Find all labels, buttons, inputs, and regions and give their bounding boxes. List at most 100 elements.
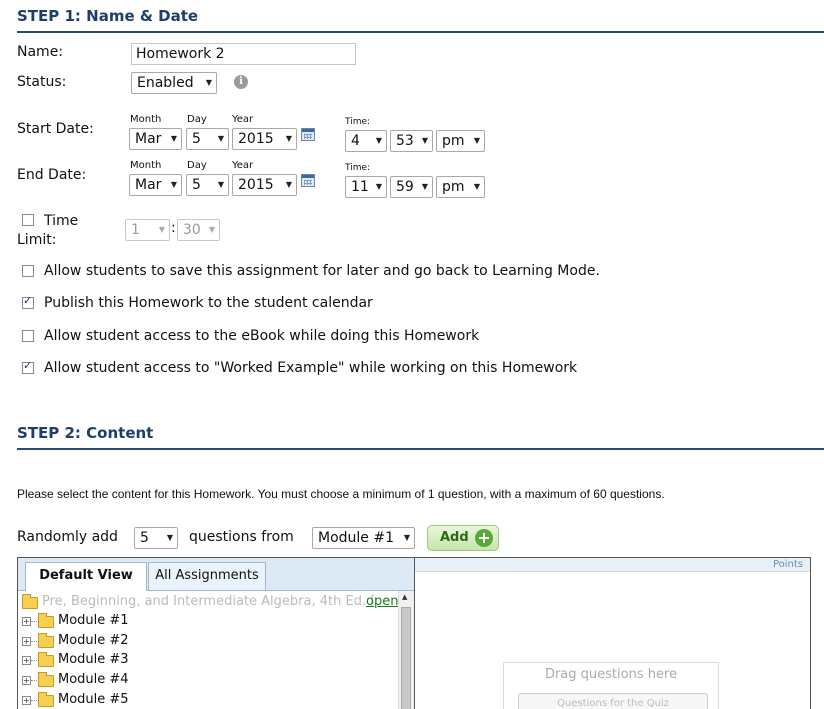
end-day-select[interactable]: 5 ▼: [186, 174, 229, 196]
start-hour-select[interactable]: 4 ▼: [345, 130, 387, 152]
end-month-header: Month: [130, 160, 162, 171]
tree-root-open-link[interactable]: open: [366, 592, 398, 612]
option-worked-example-label: Allow student access to "Worked Example"…: [44, 360, 578, 376]
end-ampm-select[interactable]: pm ▼: [436, 176, 485, 198]
start-day-header: Day: [187, 114, 207, 125]
tree-root[interactable]: Pre, Beginning, and Intermediate Algebra…: [22, 592, 398, 612]
folder-icon: [22, 594, 38, 609]
start-month-header: Month: [130, 114, 162, 125]
expand-icon[interactable]: +: [22, 676, 31, 685]
time-limit-minutes-select[interactable]: 30 ▼: [177, 219, 220, 241]
tab-default-view[interactable]: Default View: [25, 562, 147, 591]
tree-item-label: Module #2: [58, 633, 129, 648]
end-hour-select[interactable]: 11 ▼: [345, 176, 387, 198]
end-month-value: Mar: [135, 177, 162, 193]
status-label: Status:: [17, 74, 67, 90]
random-count-select[interactable]: 5 ▼: [134, 527, 178, 549]
scroll-up-icon[interactable]: ▲: [402, 593, 407, 601]
questions-for-quiz-button[interactable]: Questions for the Quiz: [518, 693, 708, 709]
time-limit-checkbox[interactable]: [22, 214, 34, 226]
tab-all-assignments[interactable]: All Assignments: [148, 562, 266, 590]
expand-icon[interactable]: +: [22, 656, 31, 665]
start-minute-select[interactable]: 53 ▼: [390, 130, 433, 152]
option-worked-example-checkbox[interactable]: [22, 359, 34, 374]
tree-item-module-1[interactable]: + Module #1: [22, 611, 322, 631]
tree-item-module-4[interactable]: + Module #4: [22, 670, 322, 690]
random-count-value: 5: [140, 530, 149, 546]
end-month-select[interactable]: Mar ▼: [129, 174, 182, 196]
start-month-select[interactable]: Mar ▼: [129, 128, 182, 150]
status-select[interactable]: Enabled ▼: [131, 72, 217, 94]
tree-item-label: Module #4: [58, 672, 129, 687]
start-hour-value: 4: [351, 133, 360, 149]
start-year-header: Year: [232, 114, 254, 125]
end-year-select[interactable]: 2015 ▼: [232, 174, 297, 196]
end-minute-select[interactable]: 59 ▼: [390, 176, 433, 198]
expand-icon[interactable]: +: [22, 637, 31, 646]
points-header: Points: [415, 558, 810, 572]
step1-title: STEP 1: Name & Date: [17, 7, 199, 25]
time-limit-label-line2: Limit:: [17, 232, 57, 248]
chevron-down-icon: ▼: [166, 533, 173, 542]
content-tree: Pre, Beginning, and Intermediate Algebra…: [18, 591, 398, 709]
scrollbar-thumb[interactable]: [401, 607, 411, 709]
chevron-down-icon: ▼: [217, 134, 224, 143]
time-limit-separator: :: [171, 220, 176, 236]
chevron-down-icon: ▼: [208, 225, 215, 234]
tree-connector: [31, 700, 37, 701]
start-day-value: 5: [192, 131, 201, 147]
chevron-down-icon: ▼: [375, 182, 382, 191]
drop-zone[interactable]: Drag questions here Questions for the Qu…: [503, 662, 719, 709]
add-button[interactable]: Add +: [427, 525, 499, 551]
module-value: Module #1: [318, 530, 394, 546]
end-ampm-value: pm: [442, 179, 465, 195]
start-month-value: Mar: [135, 131, 162, 147]
option-save-later-checkbox[interactable]: [22, 265, 34, 277]
chevron-down-icon: ▼: [421, 136, 428, 145]
tree-item-label: Module #1: [58, 613, 129, 628]
folder-icon: [38, 613, 54, 628]
questions-from-label: questions from: [189, 529, 294, 545]
start-ampm-select[interactable]: pm ▼: [436, 130, 485, 152]
chevron-down-icon: ▼: [158, 225, 165, 234]
end-time-header: Time:: [345, 163, 371, 173]
expand-icon[interactable]: +: [22, 617, 31, 626]
step1-divider: [17, 31, 824, 33]
folder-icon: [38, 633, 54, 648]
chevron-down-icon: ▼: [473, 182, 480, 191]
tree-connector: [31, 660, 37, 661]
option-publish-calendar-checkbox[interactable]: [22, 294, 34, 309]
tree-item-module-5[interactable]: + Module #5: [22, 690, 322, 709]
tree-item-module-2[interactable]: + Module #2: [22, 631, 322, 651]
name-input[interactable]: Homework 2: [131, 43, 356, 65]
tree-connector: [31, 621, 37, 622]
drop-zone-text: Drag questions here: [544, 667, 678, 682]
question-drop-pane: Points Drag questions here Questions for…: [414, 558, 810, 709]
module-select[interactable]: Module #1 ▼: [312, 527, 415, 549]
content-panel: Default View All Assignments Pre, Beginn…: [17, 557, 811, 709]
start-year-select[interactable]: 2015 ▼: [232, 128, 297, 150]
start-ampm-value: pm: [442, 133, 465, 149]
time-limit-label-line1: Time: [44, 213, 79, 229]
option-ebook-access-label: Allow student access to the eBook while …: [44, 328, 480, 344]
tree-item-module-3[interactable]: + Module #3: [22, 650, 322, 670]
calendar-icon[interactable]: [301, 174, 315, 187]
calendar-icon[interactable]: [301, 128, 315, 141]
tree-scrollbar[interactable]: ▲: [398, 591, 414, 709]
tree-connector: [31, 680, 37, 681]
name-label: Name:: [17, 44, 64, 60]
time-limit-hours-select[interactable]: 1 ▼: [125, 219, 170, 241]
tree-root-label: Pre, Beginning, and Intermediate Algebra…: [42, 594, 376, 609]
end-year-header: Year: [232, 160, 254, 171]
option-ebook-access-checkbox[interactable]: [22, 330, 34, 342]
end-day-value: 5: [192, 177, 201, 193]
tab-bar: Default View All Assignments: [18, 558, 414, 591]
end-date-label: End Date:: [17, 167, 87, 183]
start-day-select[interactable]: 5 ▼: [186, 128, 229, 150]
tree-connector: [31, 641, 37, 642]
chevron-down-icon: ▼: [170, 134, 177, 143]
expand-icon[interactable]: +: [22, 696, 31, 705]
info-icon[interactable]: i: [234, 75, 248, 89]
add-button-label: Add: [440, 530, 469, 545]
content-tree-pane: Default View All Assignments Pre, Beginn…: [18, 558, 414, 709]
